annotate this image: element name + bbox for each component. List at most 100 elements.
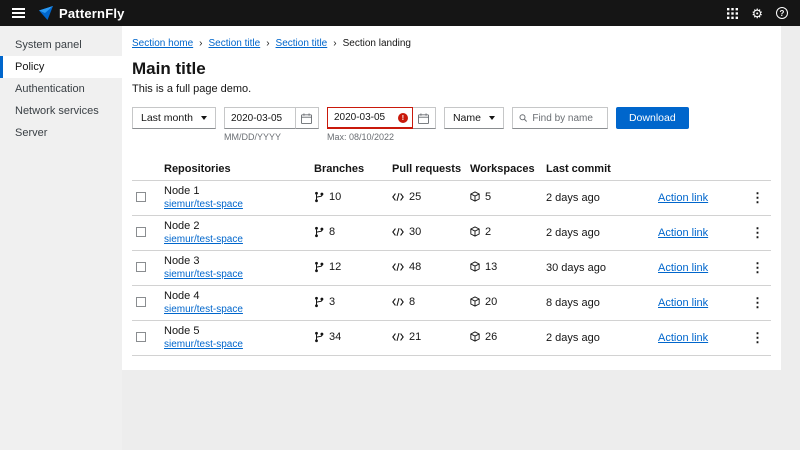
code-icon [392,227,404,237]
help-button[interactable] [776,7,788,19]
workspaces-count: 26 [485,331,497,343]
breadcrumb: Section home Section title Section title… [132,38,771,49]
branches-count: 10 [329,191,341,203]
app-launcher-icon[interactable] [727,8,738,19]
code-branch-icon [314,261,324,273]
content-card: Section home Section title Section title… [122,26,781,370]
repo-space-link[interactable]: siemur/test-space [164,339,243,350]
code-icon [392,262,404,272]
chevron-down-icon [201,116,207,120]
search-input[interactable] [532,113,601,124]
patternfly-logo-icon [38,5,54,21]
kebab-menu-button[interactable] [748,260,767,276]
breadcrumb-separator-icon [333,38,336,49]
main-content: Section home Section title Section title… [122,26,800,450]
repo-space-link[interactable]: siemur/test-space [164,234,243,245]
row-checkbox[interactable] [136,262,146,272]
kebab-menu-button[interactable] [748,295,767,311]
cube-icon [470,331,480,342]
branches-count: 8 [329,226,335,238]
row-checkbox[interactable] [136,192,146,202]
header-repositories: Repositories [160,158,310,181]
kebab-menu-button[interactable] [748,225,767,241]
last-commit: 8 days ago [542,286,654,321]
repositories-table: Repositories Branches Pull requests Work… [132,158,771,356]
page-subtitle: This is a full page demo. [132,83,771,95]
code-branch-icon [314,191,324,203]
breadcrumb-link-home[interactable]: Section home [132,38,193,49]
last-commit: 2 days ago [542,181,654,216]
sidebar-item-authentication[interactable]: Authentication [0,78,122,100]
sidebar-item-network-services[interactable]: Network services [0,100,122,122]
action-link[interactable]: Action link [658,332,708,344]
cube-icon [470,261,480,272]
calendar-icon [301,113,312,124]
nav-toggle-button[interactable] [12,7,28,19]
last-commit: 2 days ago [542,216,654,251]
date-range-select[interactable]: Last month [132,107,216,129]
date-format-helper: MM/DD/YYYY [224,132,319,142]
chevron-down-icon [489,116,495,120]
kebab-menu-button[interactable] [748,330,767,346]
last-commit: 2 days ago [542,321,654,356]
action-link[interactable]: Action link [658,262,708,274]
code-icon [392,297,404,307]
row-checkbox[interactable] [136,227,146,237]
table-row: Node 4 siemur/test-space 3 8 20 8 days a… [132,286,771,321]
search-field [512,107,608,129]
action-link[interactable]: Action link [658,192,708,204]
brand[interactable]: PatternFly [38,5,125,21]
date-max-helper: Max: 08/10/2022 [327,132,436,142]
action-link[interactable]: Action link [658,227,708,239]
header-action-col [654,158,744,181]
action-link[interactable]: Action link [658,297,708,309]
table-row: Node 3 siemur/test-space 12 48 13 30 day… [132,251,771,286]
node-name: Node 3 [164,255,306,268]
settings-button[interactable] [751,6,763,21]
masthead-actions [727,6,788,21]
repo-space-link[interactable]: siemur/test-space [164,269,243,280]
exclamation-circle-icon [398,113,408,123]
date-from-input[interactable] [224,107,296,129]
sidebar-item-policy[interactable]: Policy [0,56,122,78]
node-name: Node 4 [164,290,306,303]
workspaces-count: 2 [485,226,491,238]
pulls-count: 25 [409,191,421,203]
node-name: Node 5 [164,325,306,338]
last-commit: 30 days ago [542,251,654,286]
masthead: PatternFly [0,0,800,26]
brand-name: PatternFly [59,6,125,21]
breadcrumb-link-section-2[interactable]: Section title [276,38,328,49]
download-button[interactable]: Download [616,107,689,129]
date-to-group: Max: 08/10/2022 [327,107,436,142]
header-last-commit: Last commit [542,158,654,181]
repo-space-link[interactable]: siemur/test-space [164,304,243,315]
date-from-calendar-button[interactable] [295,107,319,129]
sidebar-item-system-panel[interactable]: System panel [0,34,122,56]
table-row: Node 1 siemur/test-space 10 25 5 2 days … [132,181,771,216]
table-row: Node 2 siemur/test-space 8 30 2 2 days a… [132,216,771,251]
repo-space-link[interactable]: siemur/test-space [164,199,243,210]
date-range-select-value: Last month [141,112,193,124]
date-from-group: MM/DD/YYYY [224,107,319,142]
kebab-menu-button[interactable] [748,190,767,206]
branches-count: 12 [329,261,341,273]
breadcrumb-link-section-1[interactable]: Section title [209,38,261,49]
sidebar-item-server[interactable]: Server [0,122,122,144]
attribute-select-value: Name [453,112,481,124]
table-header-row: Repositories Branches Pull requests Work… [132,158,771,181]
date-to-calendar-button[interactable] [412,107,436,129]
grid-icon [727,8,738,19]
workspaces-count: 5 [485,191,491,203]
code-branch-icon [314,226,324,238]
code-branch-icon [314,296,324,308]
attribute-select[interactable]: Name [444,107,504,129]
row-checkbox[interactable] [136,297,146,307]
cube-icon [470,296,480,307]
gear-icon [751,6,763,21]
header-pull-requests: Pull requests [388,158,466,181]
row-checkbox[interactable] [136,332,146,342]
code-branch-icon [314,331,324,343]
header-checkbox-col [132,158,160,181]
cube-icon [470,191,480,202]
